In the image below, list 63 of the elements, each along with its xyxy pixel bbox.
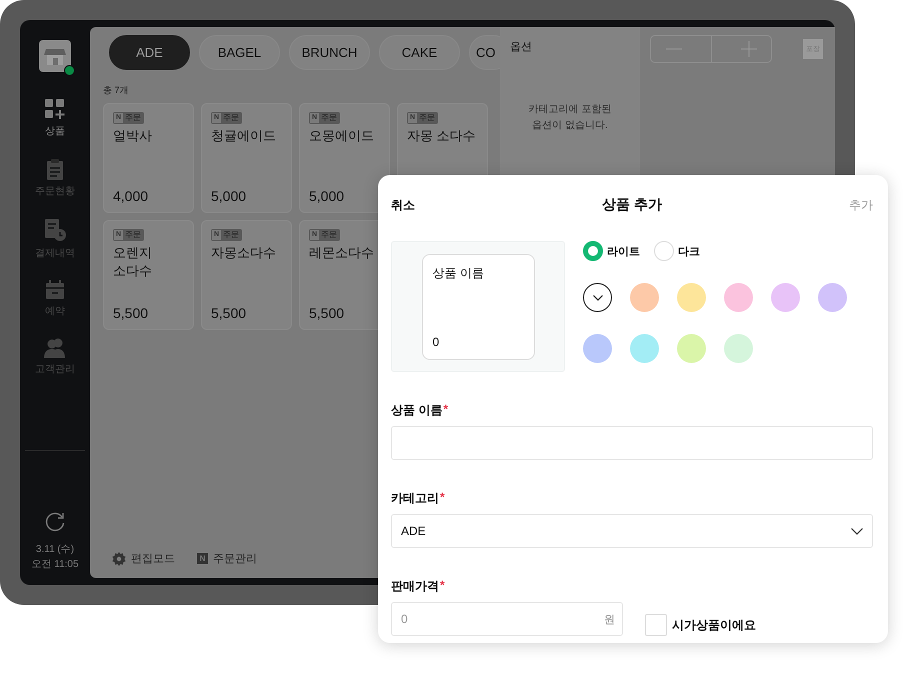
color-swatch[interactable]: [583, 283, 612, 312]
calendar-icon: [45, 280, 65, 300]
date-text: 3.11 (수): [36, 543, 74, 556]
product-price: 5,500: [211, 305, 246, 321]
color-swatch[interactable]: [818, 283, 847, 312]
color-swatch[interactable]: [677, 283, 706, 312]
field-label: 판매가격*: [391, 578, 446, 595]
color-swatch[interactable]: [630, 283, 659, 312]
toolbar-button[interactable]: 편집모드: [112, 551, 175, 566]
color-swatch[interactable]: [630, 334, 659, 363]
radio-label: 라이트: [607, 244, 640, 258]
product-name: 얼박사: [113, 127, 152, 145]
time-text: 오전 11:05: [31, 558, 79, 571]
chevron-down-icon: [851, 528, 863, 534]
people-icon: [43, 338, 67, 358]
store-icon: [39, 40, 71, 72]
checkbox-label: 시가상품이에요: [672, 616, 756, 634]
product-name: 레몬소다수: [309, 244, 374, 262]
category-tab[interactable]: BRUNCH: [289, 35, 370, 70]
toolbar-button[interactable]: N 주문관리: [197, 551, 257, 566]
radio-label: 다크: [678, 244, 700, 258]
naver-badge: N: [197, 553, 208, 564]
preview-name: 상품 이름: [432, 264, 485, 282]
dialog-title: 상품 추가: [602, 196, 662, 214]
product-name: 청귤에이드: [211, 127, 276, 145]
field-label: 상품 이름*: [391, 402, 450, 419]
item-count: 총 7개: [103, 84, 130, 97]
add-button[interactable]: 추가: [849, 196, 873, 214]
color-swatch[interactable]: [724, 283, 753, 312]
unit-label: 원: [604, 612, 615, 626]
product-name: 오렌지 소다수: [113, 244, 152, 280]
product-name: 자몽 소다수: [407, 127, 476, 145]
category-tab[interactable]: CO: [469, 35, 500, 70]
category-select[interactable]: ADE: [391, 514, 873, 548]
settings-icon: [112, 552, 126, 566]
product-price: 5,500: [309, 305, 344, 321]
radio-button[interactable]: [583, 241, 603, 261]
color-swatch[interactable]: [771, 283, 800, 312]
color-swatch[interactable]: [583, 334, 612, 363]
product-price: 5,000: [309, 188, 344, 204]
product-price: 5,000: [211, 188, 246, 204]
preview-price: 0: [432, 334, 440, 348]
empty-message: 카테고리에 포함된 옵션이 없습니다.: [528, 103, 612, 133]
check-icon: [592, 294, 602, 300]
clipboard-icon: [46, 158, 64, 180]
grid-icon: [44, 98, 66, 120]
field-label: 카테고리*: [391, 490, 446, 507]
product-price: 4,000: [113, 188, 148, 204]
category-tab[interactable]: CAKE: [379, 35, 460, 70]
checkbox[interactable]: [645, 614, 667, 636]
name-input[interactable]: [391, 426, 873, 460]
receipt-clock-icon: [44, 218, 66, 242]
category-tab[interactable]: BAGEL: [199, 35, 280, 70]
product-name: 오몽에이드: [309, 127, 374, 145]
product-name: 자몽소다수: [211, 244, 276, 262]
nav-item[interactable]: 상품: [44, 98, 66, 138]
refresh-icon[interactable]: [44, 511, 66, 533]
product-price: 5,500: [113, 305, 148, 321]
options-title: 옵션: [510, 40, 533, 54]
category-tab[interactable]: ADE: [109, 35, 190, 70]
color-swatch[interactable]: [724, 334, 753, 363]
plus-icon[interactable]: [740, 41, 756, 57]
color-swatch[interactable]: [677, 334, 706, 363]
